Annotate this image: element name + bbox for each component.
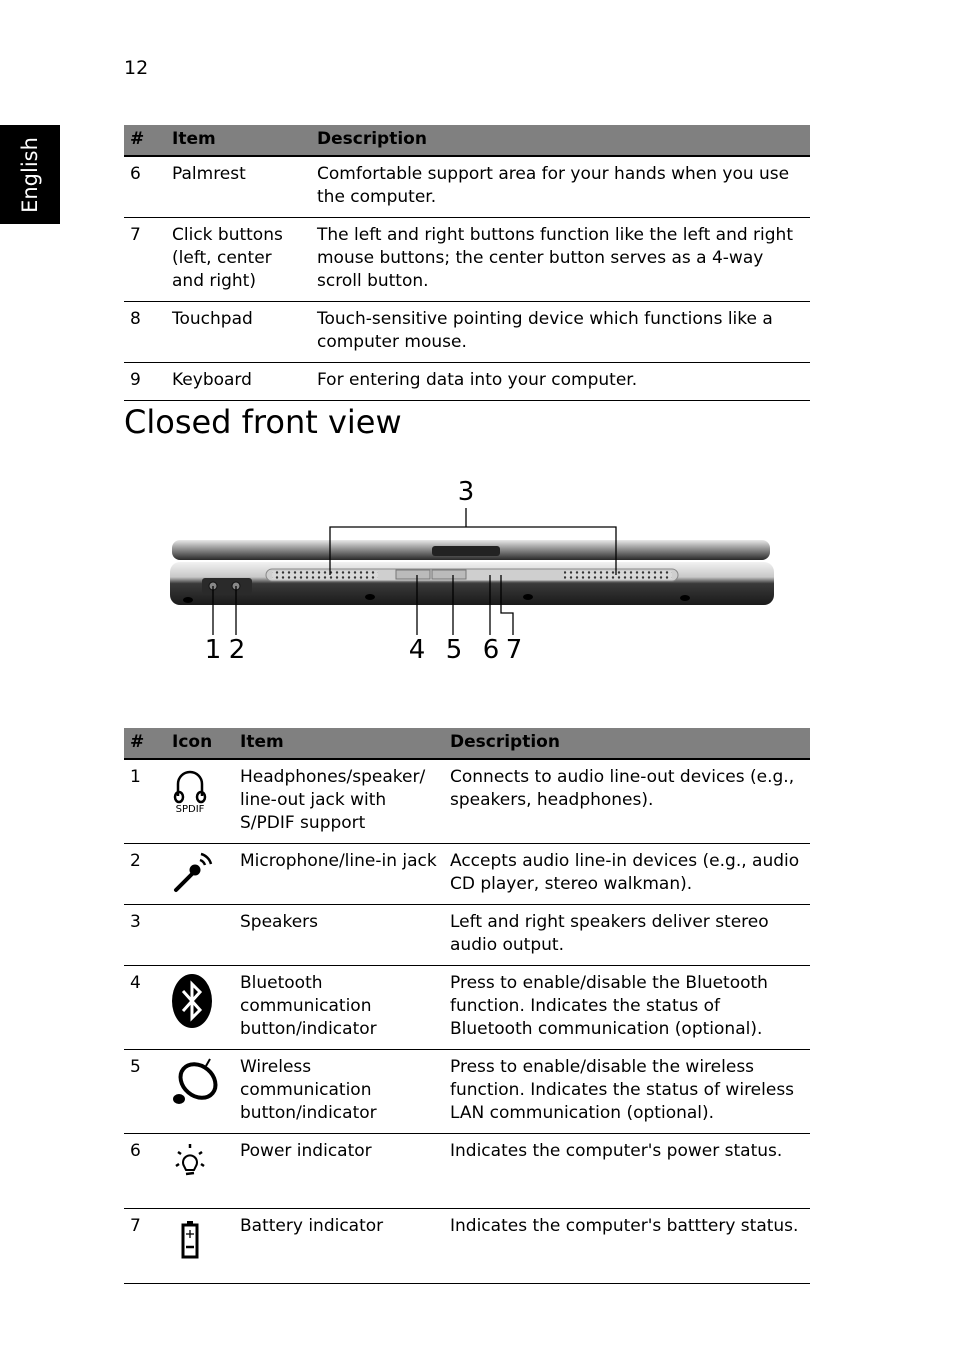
row-number: 4 [124, 965, 166, 1050]
table-row: 5 Wireless communication button/indicato… [124, 1049, 810, 1134]
headphones-spdif-icon: SPDIF [173, 770, 207, 815]
table-row: 2 Microphone/line-in jack Accepts audio … [124, 843, 810, 905]
foot [680, 595, 690, 601]
row-icon-cell [166, 1133, 234, 1209]
table-row: 7 Click buttons (left, center and right)… [124, 217, 810, 302]
row-description: For entering data into your computer. [311, 362, 810, 401]
lid-latch [432, 546, 500, 556]
table-row: 8 Touchpad Touch-sensitive pointing devi… [124, 301, 810, 363]
row-description: Press to enable/disable the wireless fun… [444, 1049, 810, 1134]
laptop-front-view-figure: 3 1 2 4 5 6 7 [170, 477, 774, 665]
row-icon-cell [166, 1049, 234, 1134]
row-icon-cell [166, 1208, 234, 1284]
table-row: 1 SPDIF Headphones/speaker/ line-out jac… [124, 759, 810, 844]
row-number: 3 [124, 904, 166, 966]
row-item: Click buttons (left, center and right) [166, 217, 311, 302]
row-item: Power indicator [234, 1133, 444, 1209]
callout-label-1: 1 [205, 635, 222, 665]
row-item: Wireless communication button/indicator [234, 1049, 444, 1134]
row-icon-cell: SPDIF [166, 759, 234, 844]
table-row: 9 Keyboard For entering data into your c… [124, 362, 810, 401]
row-number: 5 [124, 1049, 166, 1134]
callout-label-5: 5 [446, 635, 463, 665]
header-description: Description [444, 728, 810, 760]
row-description: Press to enable/disable the Bluetooth fu… [444, 965, 810, 1050]
battery-icon [181, 1221, 199, 1259]
header-item: Item [166, 125, 311, 157]
wireless-icon [173, 1058, 218, 1104]
callout-label-7: 7 [506, 635, 523, 665]
microphone-icon [174, 852, 213, 892]
row-number: 2 [124, 843, 166, 905]
row-description: Indicates the computer's batttery status… [444, 1208, 810, 1284]
row-description: Accepts audio line-in devices (e.g., aud… [444, 843, 810, 905]
row-description: Indicates the computer's power status. [444, 1133, 810, 1209]
row-item: Bluetooth communication button/indicator [234, 965, 444, 1050]
bluetooth-icon [172, 974, 212, 1028]
row-number: 7 [124, 1208, 166, 1284]
row-icon-cell [166, 843, 234, 905]
callout-label-3: 3 [458, 477, 475, 507]
row-number: 7 [124, 217, 166, 302]
row-description: Touch-sensitive pointing device which fu… [311, 301, 810, 363]
table-header-row: # Icon Item Description [124, 728, 810, 760]
row-number: 6 [124, 156, 166, 218]
power-indicator-icon [175, 1144, 205, 1176]
speaker-grill-right [564, 571, 672, 579]
row-item: Keyboard [166, 362, 311, 401]
header-item: Item [234, 728, 444, 760]
table-row: 3 Speakers Left and right speakers deliv… [124, 904, 810, 966]
row-item: Headphones/speaker/ line-out jack with S… [234, 759, 444, 844]
foot [365, 594, 375, 600]
callout-label-4: 4 [409, 635, 426, 665]
foot [183, 597, 193, 603]
table-row: 4 Bluetooth communication button/indicat… [124, 965, 810, 1050]
row-description: Connects to audio line-out devices (e.g.… [444, 759, 810, 844]
row-description: The left and right buttons function like… [311, 217, 810, 302]
row-description: Comfortable support area for your hands … [311, 156, 810, 218]
row-item: Speakers [234, 904, 444, 966]
table-header-row: # Item Description [124, 125, 810, 157]
row-item: Touchpad [166, 301, 311, 363]
header-number: # [124, 125, 166, 157]
callout-label-2: 2 [229, 635, 246, 665]
row-number: 8 [124, 301, 166, 363]
header-description: Description [311, 125, 810, 157]
page-number: 12 [124, 57, 149, 79]
row-number: 9 [124, 362, 166, 401]
row-number: 6 [124, 1133, 166, 1209]
row-description: Left and right speakers deliver stereo a… [444, 904, 810, 966]
section-title: Closed front view [124, 403, 402, 441]
header-number: # [124, 728, 166, 760]
row-number: 1 [124, 759, 166, 844]
closed-front-view-table: # Icon Item Description 1 SPDIF Headphon… [124, 728, 810, 1284]
row-icon-cell [166, 965, 234, 1050]
table-row: 6 Power indicator Indicates the computer… [124, 1133, 810, 1209]
speaker-grill-left [272, 571, 378, 579]
foot [523, 594, 533, 600]
table-row: 6 Palmrest Comfortable support area for … [124, 156, 810, 218]
wireless-button [431, 569, 467, 580]
language-tab-label: English [18, 136, 42, 213]
components-table-top: # Item Description 6 Palmrest Comfortabl… [124, 125, 810, 401]
row-icon-cell-empty [166, 904, 234, 966]
table-row: 7 Battery indicator Indicates the comput… [124, 1208, 810, 1284]
header-icon: Icon [166, 728, 234, 760]
row-item: Palmrest [166, 156, 311, 218]
callout-label-6: 6 [483, 635, 500, 665]
row-item: Battery indicator [234, 1208, 444, 1284]
bluetooth-button [395, 569, 431, 580]
spdif-label: SPDIF [176, 804, 205, 815]
language-tab: English [0, 125, 60, 224]
row-item: Microphone/line-in jack [234, 843, 444, 905]
